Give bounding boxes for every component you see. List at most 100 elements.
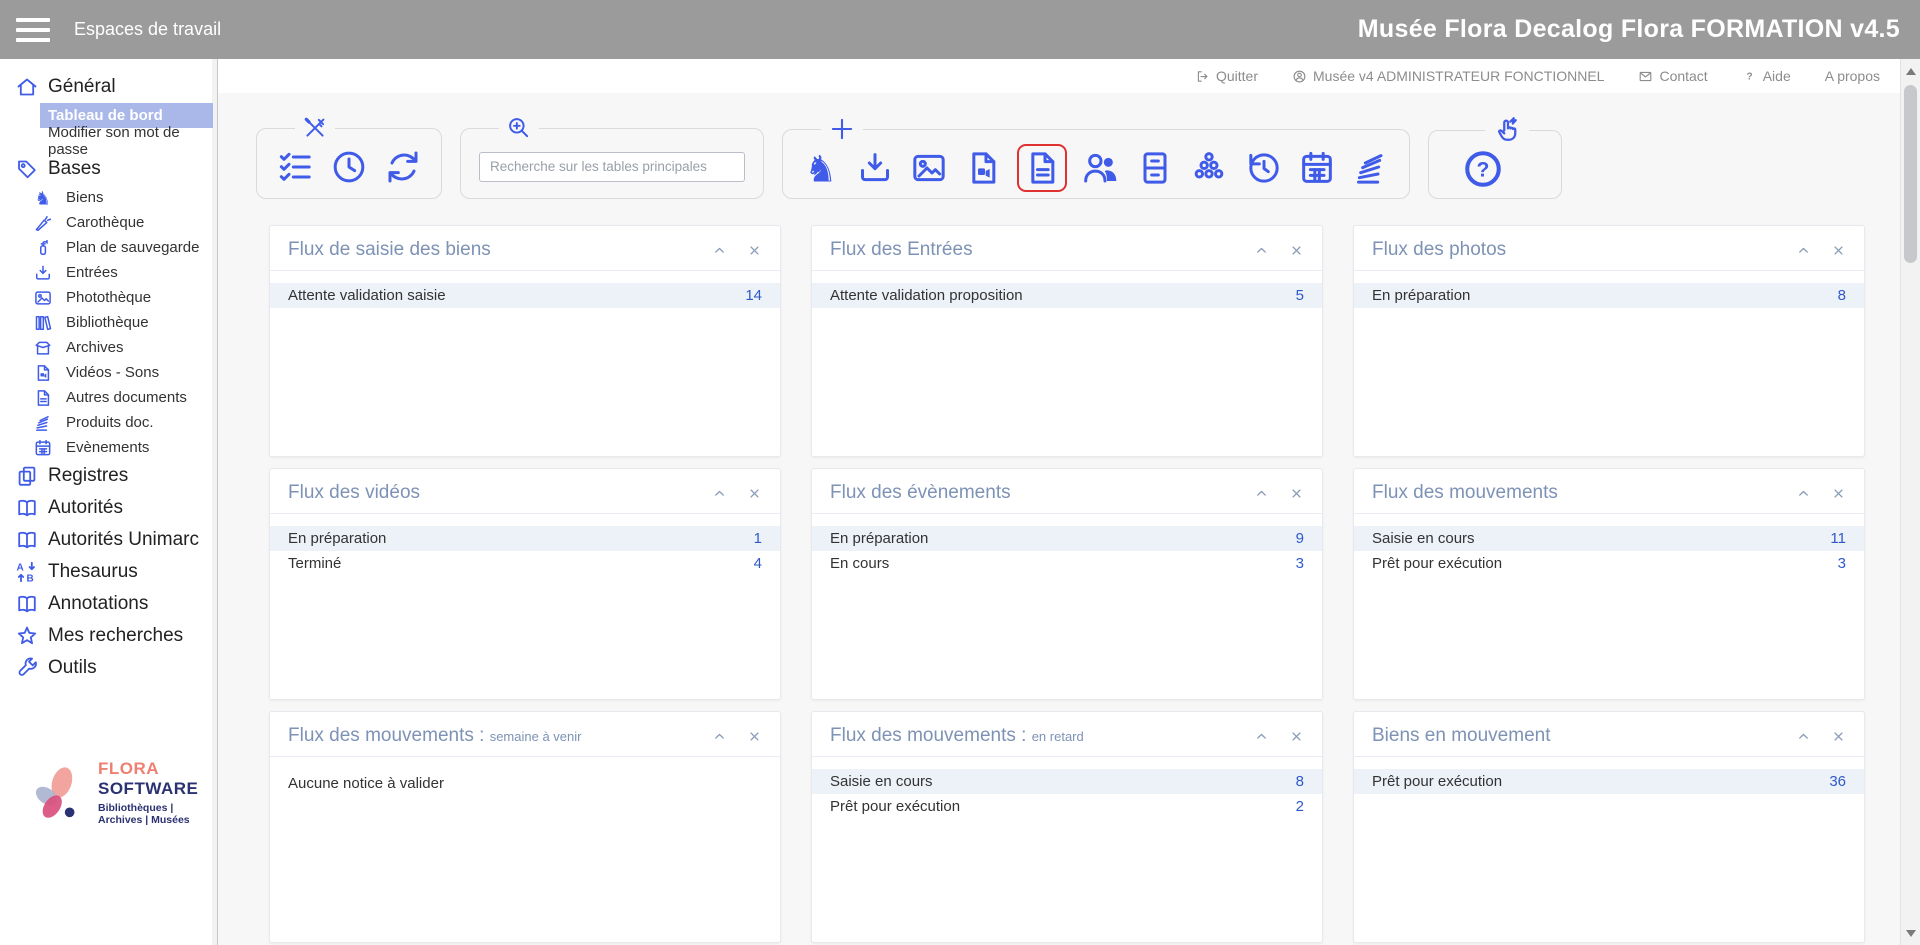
widget-row-count: 3 — [1838, 555, 1846, 572]
widget-collapse-button[interactable] — [712, 729, 727, 744]
sidebar-item-label: Entrées — [66, 264, 118, 281]
toolbar-checklist-button[interactable] — [275, 147, 315, 187]
sidebar-section-autorites[interactable]: Autorités — [0, 492, 217, 524]
widget-close-button[interactable] — [1831, 243, 1846, 258]
toolbar-refresh-button[interactable] — [383, 147, 423, 187]
search-input[interactable] — [479, 152, 745, 182]
toolbar-people-button[interactable] — [1081, 148, 1121, 188]
cluster-icon — [1189, 148, 1229, 188]
tray-download-icon — [33, 263, 53, 283]
widget-close-button[interactable] — [1831, 486, 1846, 501]
widget-collapse-button[interactable] — [712, 243, 727, 258]
widget-collapse-button[interactable] — [1796, 729, 1811, 744]
sidebar-item-plan-de-sauvegarde[interactable]: Plan de sauvegarde — [33, 235, 213, 260]
widget-close-button[interactable] — [1831, 729, 1846, 744]
widget-collapse-button[interactable] — [1254, 243, 1269, 258]
sidebar-item-label: Modifier son mot de passe — [48, 124, 205, 158]
sidebar-item-archives[interactable]: Archives — [33, 335, 213, 360]
widget-close-button[interactable] — [1289, 486, 1304, 501]
sidebar-section-thesaurus[interactable]: ABThesaurus — [0, 556, 217, 588]
widget-row[interactable]: En préparation1 — [270, 526, 780, 551]
chevron-up-icon — [1254, 729, 1269, 744]
menu-item-aide[interactable]: ?Aide — [1742, 68, 1791, 84]
sidebar-item-phototheque[interactable]: Photothèque — [33, 285, 213, 310]
sidebar-section-bases[interactable]: Bases — [0, 153, 217, 185]
sidebar-section-outils[interactable]: Outils — [0, 652, 217, 684]
toolbar-question-circle-button[interactable]: ? — [1461, 147, 1505, 191]
widget-close-button[interactable] — [1289, 243, 1304, 258]
widget-row[interactable]: Prêt pour exécution3 — [1354, 551, 1864, 576]
widget-row-label: Prêt pour exécution — [1372, 773, 1502, 790]
widget-row-count: 36 — [1829, 773, 1846, 790]
menu-item-musee-v4-administrateur-fonctionnel[interactable]: Musée v4 ADMINISTRATEUR FONCTIONNEL — [1292, 68, 1604, 84]
stack-icon — [33, 413, 53, 433]
sidebar-item-biens[interactable]: ♞Biens — [33, 185, 213, 210]
sidebar-section-autorites-unimarc[interactable]: Autorités Unimarc — [0, 524, 217, 556]
widget-row[interactable]: Attente validation saisie14 — [270, 283, 780, 308]
sidebar-item-carotheque[interactable]: Carothèque — [33, 210, 213, 235]
sidebar-item-produits-doc[interactable]: Produits doc. — [33, 410, 213, 435]
widget-row[interactable]: Saisie en cours8 — [812, 769, 1322, 794]
menu-item-quitter[interactable]: Quitter — [1195, 68, 1258, 84]
widget-row-count: 5 — [1296, 287, 1304, 304]
widget-close-button[interactable] — [1289, 729, 1304, 744]
sidebar-item-entrees[interactable]: Entrées — [33, 260, 213, 285]
svg-text:?: ? — [1477, 158, 1490, 181]
toolbar-video-file-button[interactable] — [963, 148, 1003, 188]
widget-row[interactable]: Prêt pour exécution 36 — [1354, 769, 1864, 794]
widget-collapse-button[interactable] — [1254, 729, 1269, 744]
widget-actions — [712, 243, 762, 258]
sidebar-item-autres-documents[interactable]: Autres documents — [33, 385, 213, 410]
widget-row[interactable]: Prêt pour exécution2 — [812, 794, 1322, 819]
sidebar-item-videos-sons[interactable]: Vidéos - Sons — [33, 360, 213, 385]
main-area: Quitter Musée v4 ADMINISTRATEUR FONCTIONN… — [218, 59, 1920, 945]
toolbar-cluster-button[interactable] — [1189, 148, 1229, 188]
widget-title-text: Flux des évènements — [830, 482, 1011, 503]
widget-row[interactable]: En préparation9 — [812, 526, 1322, 551]
menu-item-a-propos[interactable]: A propos — [1825, 68, 1880, 84]
toolbar-calendar-button[interactable] — [1297, 148, 1337, 188]
scroll-down-arrow-icon[interactable] — [1902, 923, 1920, 943]
sidebar-section-label: Général — [48, 76, 116, 98]
archive-box-icon — [33, 338, 53, 358]
widget-collapse-button[interactable] — [712, 486, 727, 501]
toolbar-cabinet-button[interactable] — [1135, 148, 1175, 188]
toolbar-document-button[interactable] — [1017, 144, 1067, 192]
logo-text: FLORA SOFTWARE Bibliothèques | Archives … — [98, 759, 211, 826]
widget-row[interactable]: En cours3 — [812, 551, 1322, 576]
menu-item-contact[interactable]: Contact — [1638, 68, 1707, 84]
widget-close-button[interactable] — [747, 243, 762, 258]
toolbar-history-clock-button[interactable] — [1243, 148, 1283, 188]
sidebar-section-annotations[interactable]: Annotations — [0, 588, 217, 620]
widget-header: Flux de saisie des biens — [270, 226, 780, 271]
toolbar-image-button[interactable] — [909, 148, 949, 188]
vertical-scrollbar[interactable] — [1900, 59, 1920, 945]
sidebar-section-general[interactable]: Général — [0, 71, 217, 103]
widget-close-button[interactable] — [747, 486, 762, 501]
widget-row[interactable]: Attente validation proposition5 — [812, 283, 1322, 308]
sidebar-section-registres[interactable]: Registres — [0, 460, 217, 492]
toolbar-clock-button[interactable] — [329, 147, 369, 187]
sidebar-item-modifier-son-mot-de-passe[interactable]: Modifier son mot de passe — [40, 128, 213, 153]
scroll-up-arrow-icon[interactable] — [1902, 61, 1920, 81]
sidebar-item-bibliotheque[interactable]: Bibliothèque — [33, 310, 213, 335]
wrench-icon — [15, 656, 39, 680]
widget-collapse-button[interactable] — [1796, 486, 1811, 501]
sidebar-item-evenements[interactable]: Evènements — [33, 435, 213, 460]
hamburger-icon[interactable] — [16, 18, 50, 42]
widget-subtitle: semaine à venir — [490, 729, 582, 744]
widget-row[interactable]: Saisie en cours11 — [1354, 526, 1864, 551]
refresh-icon — [383, 147, 423, 187]
widget-collapse-button[interactable] — [1796, 243, 1811, 258]
widget-row-count: 9 — [1296, 530, 1304, 547]
widget-row[interactable]: En préparation8 — [1354, 283, 1864, 308]
widget-close-button[interactable] — [747, 729, 762, 744]
widget-row[interactable]: Terminé4 — [270, 551, 780, 576]
toolbar-stack-button[interactable] — [1351, 148, 1391, 188]
toolbar-knight-button[interactable]: ♞ — [801, 148, 841, 188]
sidebar-section-mes-recherches[interactable]: Mes recherches — [0, 620, 217, 652]
scrollbar-thumb[interactable] — [1904, 85, 1917, 263]
sidebar-item-label: Evènements — [66, 439, 149, 456]
widget-collapse-button[interactable] — [1254, 486, 1269, 501]
toolbar-tray-download-button[interactable] — [855, 148, 895, 188]
